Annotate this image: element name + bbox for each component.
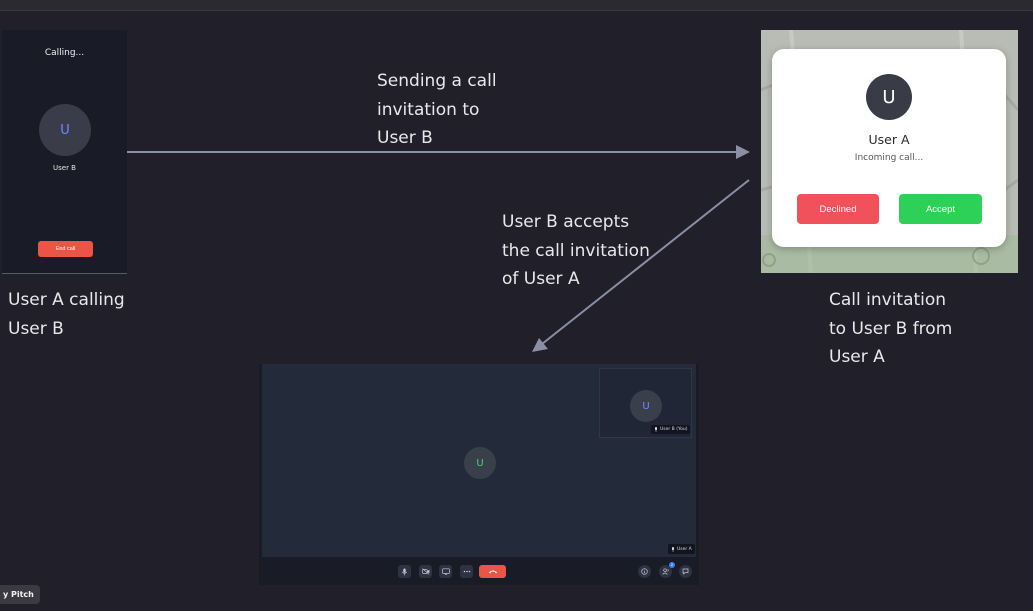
brand-badge: y Pitch [0, 585, 40, 604]
call-controls: 2 [259, 561, 699, 583]
main-avatar: U [464, 447, 496, 479]
caption-sending-invitation: Sending a call invitation to User B [377, 71, 497, 148]
caption-user-a-calling: User A calling User B [8, 290, 125, 339]
self-name-tag: User A [668, 544, 695, 554]
mic-button[interactable] [398, 565, 411, 578]
decline-button[interactable]: Declined [797, 194, 879, 224]
end-call-button[interactable]: End call [38, 241, 93, 257]
caller-name: User A [868, 132, 910, 147]
arrowhead-accept-to-call [532, 338, 548, 352]
remote-name: User B (You) [660, 427, 688, 432]
camera-off-icon [421, 568, 429, 575]
info-icon [641, 568, 648, 575]
hang-up-icon [488, 570, 497, 574]
top-bar [0, 0, 1033, 11]
mic-icon [672, 546, 674, 552]
caption-user-b-accepts: User B accepts the call invitation of Us… [502, 212, 650, 289]
mic-icon [655, 427, 657, 432]
calling-title: Calling... [44, 48, 85, 58]
hang-up-button[interactable] [479, 565, 506, 578]
more-icon [463, 570, 470, 573]
caller-avatar: U [866, 74, 912, 120]
more-button[interactable] [460, 565, 473, 578]
incoming-status: Incoming call... [854, 153, 924, 163]
arrowhead-a-to-b [736, 145, 750, 159]
chat-icon [682, 568, 689, 575]
video-stage: U User B (You) U User A [262, 364, 696, 557]
chat-button[interactable] [679, 565, 692, 578]
callee-avatar: U [39, 104, 91, 156]
remote-video-tile[interactable]: U User B (You) [599, 368, 692, 438]
remote-name-tag: User B (You) [651, 425, 691, 434]
mic-icon [401, 568, 408, 575]
in-call-screen: U User B (You) U User A 2 [259, 364, 699, 585]
info-button[interactable] [638, 565, 651, 578]
calling-screen: Calling... U User B End call [2, 30, 127, 274]
participants-count-badge: 2 [669, 562, 675, 568]
screen-share-icon [441, 568, 450, 575]
incoming-call-dialog: U User A Incoming call... Declined Accep… [772, 49, 1006, 247]
remote-avatar: U [630, 390, 662, 422]
accept-button[interactable]: Accept [899, 194, 982, 224]
caption-call-invitation: Call invitation to User B from User A [829, 290, 953, 367]
camera-button[interactable] [419, 565, 432, 578]
incoming-call-screen: U User A Incoming call... Declined Accep… [761, 30, 1018, 273]
self-name: User A [677, 546, 692, 552]
participants-icon [661, 568, 669, 575]
callee-name: User B [53, 164, 76, 172]
screen-share-button[interactable] [439, 565, 452, 578]
